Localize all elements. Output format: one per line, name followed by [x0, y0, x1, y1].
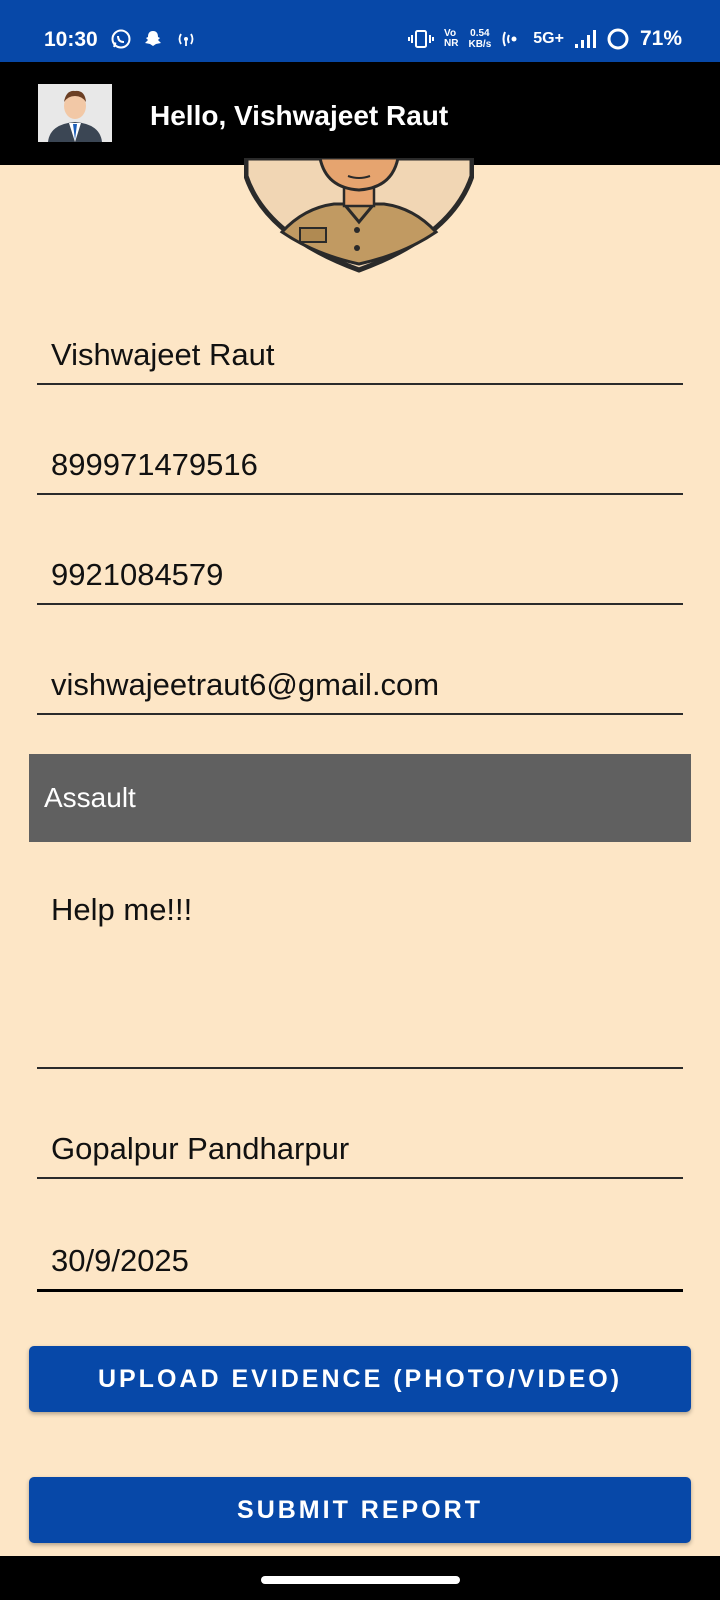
date-value: 30/9/2025 — [51, 1243, 189, 1278]
system-icons: Vo NR 0.54 KB/s 5G+ 71% — [408, 27, 682, 51]
speed-value: 0.54 — [470, 28, 490, 39]
name-value: Vishwajeet Raut — [51, 337, 275, 372]
submit-report-button[interactable]: SUBMIT REPORT — [29, 1477, 691, 1543]
battery-percent: 71% — [639, 27, 682, 50]
name-field[interactable]: Vishwajeet Raut — [37, 314, 683, 385]
vibrate-icon — [408, 30, 435, 48]
phone-value: 9921084579 — [51, 557, 224, 592]
police-badge-icon — [244, 158, 474, 273]
aadhaar-value: 899971479516 — [51, 447, 258, 482]
greeting-title: Hello, Vishwajeet Raut — [150, 100, 449, 131]
volte-bottom: NR — [444, 38, 459, 49]
status-bar: 10:30 Vo NR 0.54 KB/s 5G+ 71% — [0, 0, 720, 62]
app-bar: Hello, Vishwajeet Raut — [0, 62, 720, 165]
network-speed: 0.54 KB/s — [468, 28, 491, 50]
description-field[interactable]: Help me!!! — [37, 862, 683, 1069]
location-value: Gopalpur Pandharpur — [51, 1131, 350, 1166]
location-field[interactable]: Gopalpur Pandharpur — [37, 1108, 683, 1179]
signal-icon — [574, 30, 596, 48]
incident-type-dropdown[interactable]: Assault — [29, 754, 691, 842]
description-value: Help me!!! — [51, 892, 193, 927]
status-time: 10:30 — [44, 28, 98, 51]
incident-type-value: Assault — [44, 782, 136, 813]
aadhaar-field[interactable]: 899971479516 — [37, 424, 683, 495]
upload-evidence-button[interactable]: UPLOAD EVIDENCE (PHOTO/VIDEO) — [29, 1346, 691, 1412]
email-value: vishwajeetraut6@gmail.com — [51, 667, 440, 702]
network-type: 5G+ — [533, 30, 564, 47]
hotspot-icon — [178, 33, 194, 46]
avatar[interactable] — [38, 84, 112, 142]
navigation-bar — [0, 1556, 720, 1600]
phone-field[interactable]: 9921084579 — [37, 534, 683, 605]
notification-icons — [110, 28, 198, 50]
date-field[interactable]: 30/9/2025 — [37, 1218, 683, 1292]
user-avatar-icon — [38, 84, 112, 142]
snapchat-icon — [145, 31, 161, 46]
battery-saver-icon — [607, 28, 629, 50]
email-field[interactable]: vishwajeetraut6@gmail.com — [37, 644, 683, 715]
home-gesture-handle[interactable] — [261, 1576, 460, 1584]
speed-unit: KB/s — [468, 39, 492, 50]
volte-indicator: Vo NR — [444, 29, 458, 49]
whatsapp-icon — [111, 29, 131, 49]
nfc-icon — [502, 31, 517, 47]
